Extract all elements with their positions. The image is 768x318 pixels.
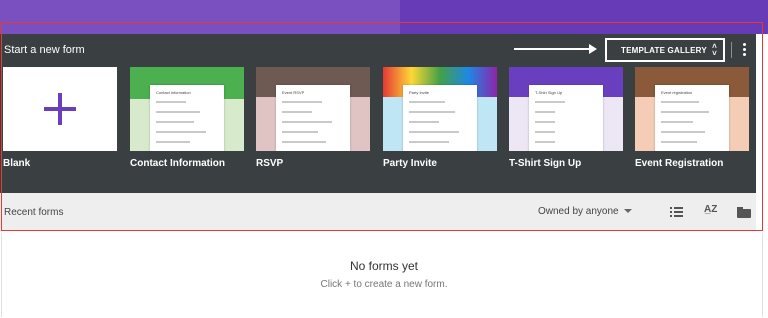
- forms-list-area: [1, 233, 763, 317]
- empty-state-title: No forms yet: [349, 259, 418, 273]
- highlight-frame: [1, 22, 763, 231]
- empty-state-hint: Click + to create a new form.: [320, 279, 448, 290]
